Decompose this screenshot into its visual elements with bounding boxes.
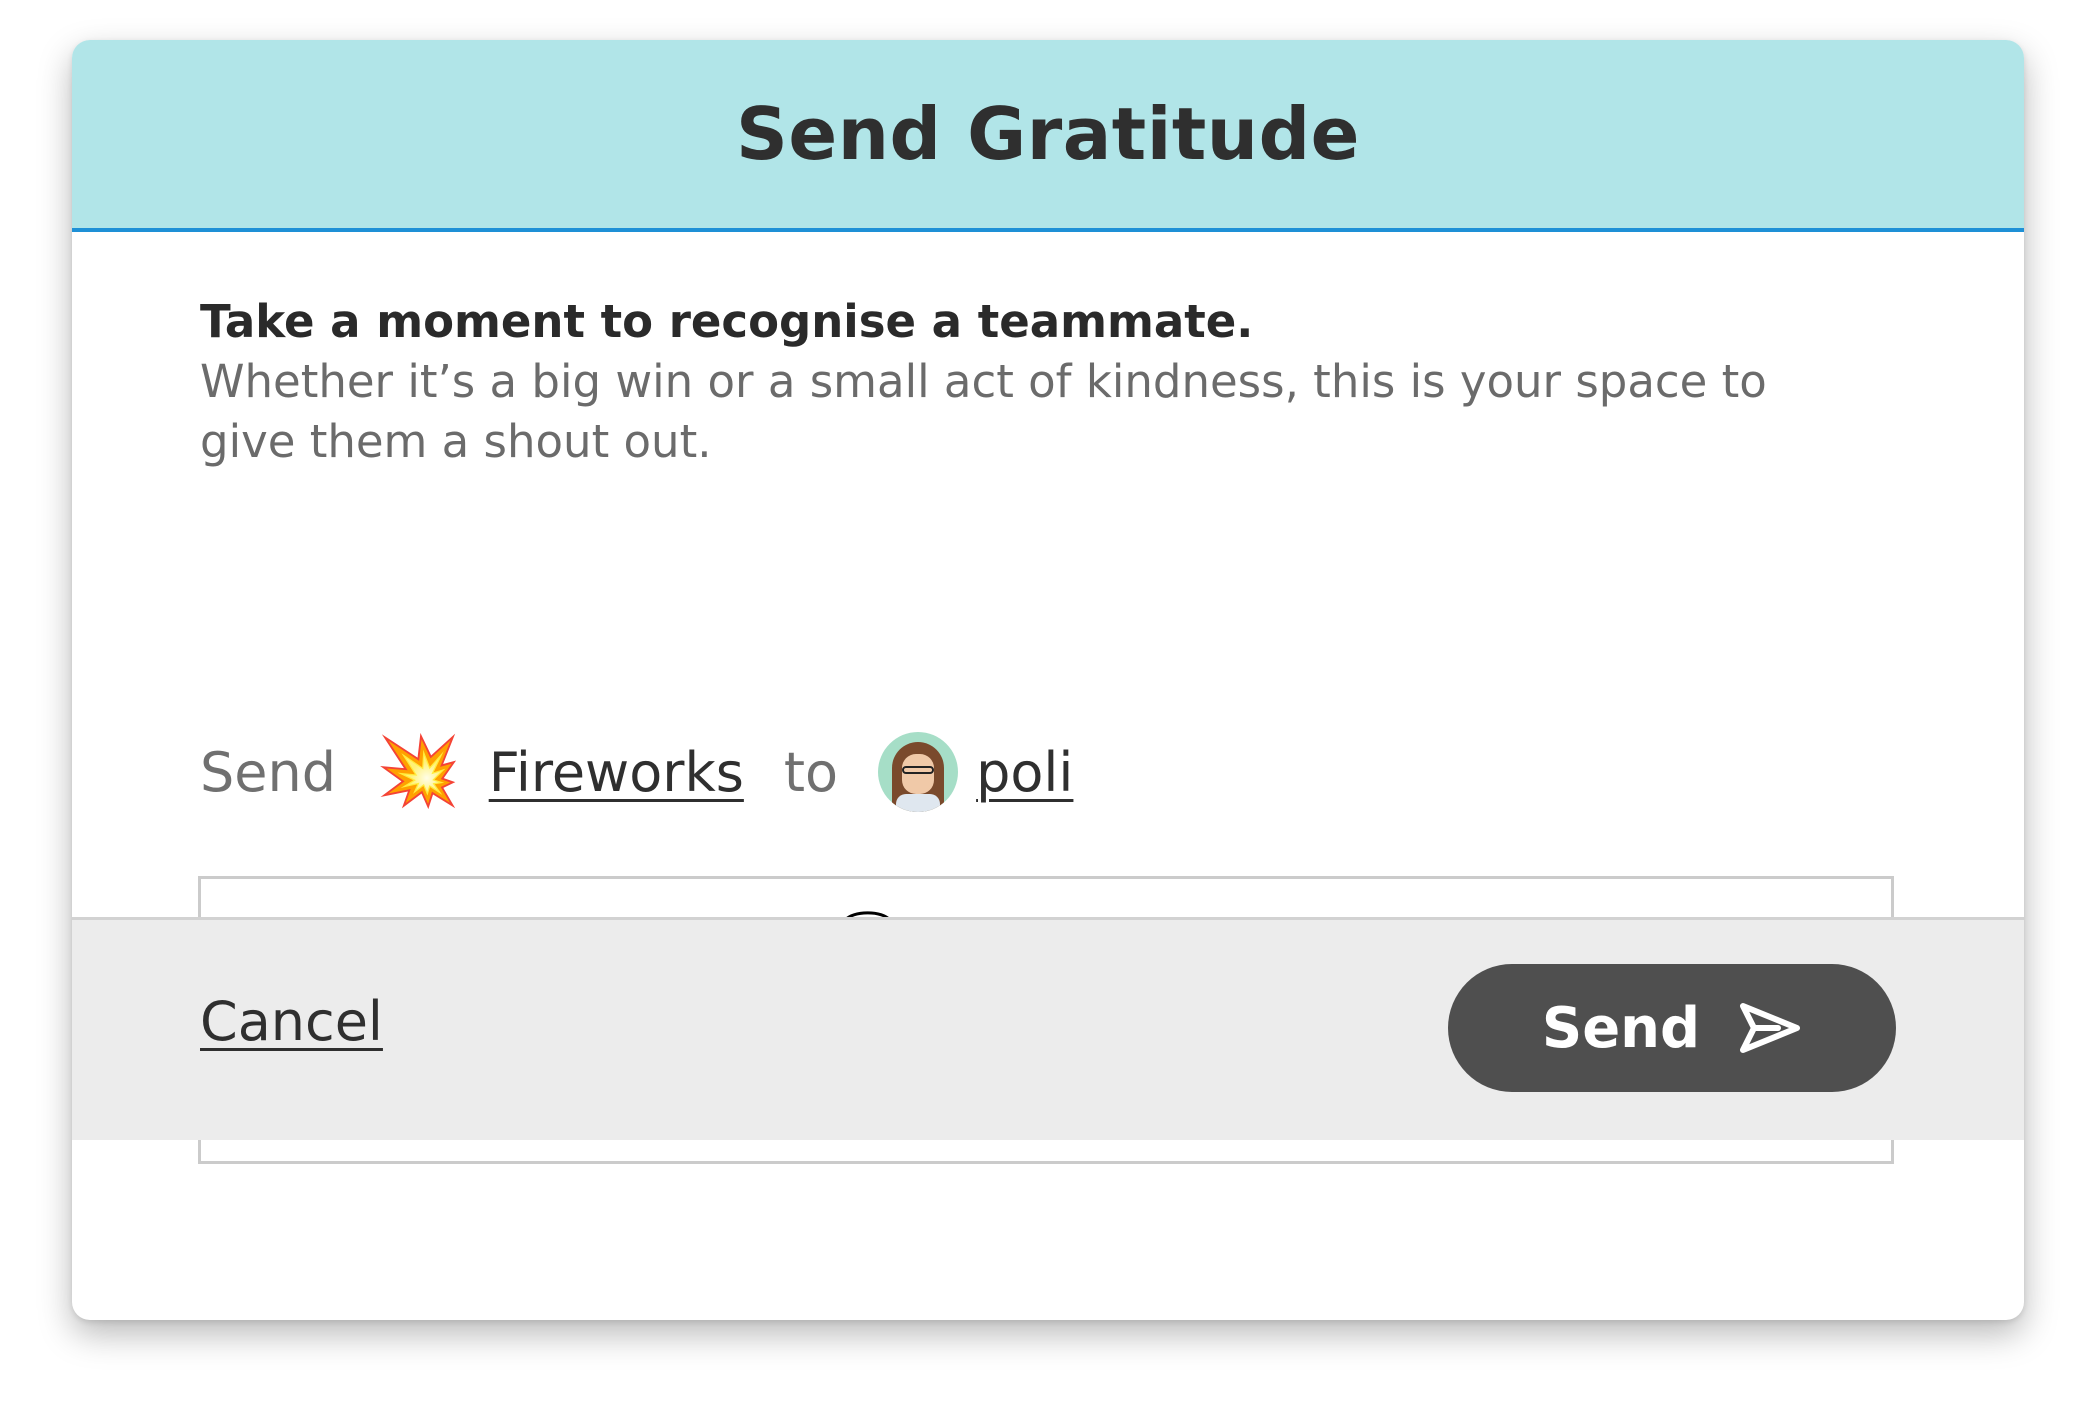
to-label: to — [783, 740, 839, 804]
send-line: Send 💥 Fireworks to poli — [200, 722, 1073, 822]
intro-section: Take a moment to recognise a teammate. W… — [200, 292, 1900, 472]
dialog-title: Send Gratitude — [736, 92, 1360, 176]
send-gratitude-dialog: Send Gratitude Take a moment to recognis… — [72, 40, 2024, 1320]
intro-description: Whether it’s a big win or a small act of… — [200, 355, 1767, 468]
dialog-body: Take a moment to recognise a teammate. W… — [72, 232, 2024, 1164]
cancel-button[interactable]: Cancel — [200, 990, 383, 1053]
intro-heading: Take a moment to recognise a teammate. — [200, 295, 1254, 348]
send-button-label: Send — [1541, 995, 1701, 1061]
send-prefix-label: Send — [200, 740, 337, 804]
recipient-avatar — [878, 732, 959, 812]
paper-plane-icon — [1738, 1001, 1802, 1055]
collision-emoji-icon: 💥 — [376, 732, 461, 811]
send-button[interactable]: Send — [1448, 964, 1896, 1092]
dialog-header: Send Gratitude — [72, 40, 2024, 232]
gift-selector-link[interactable]: Fireworks — [489, 741, 744, 804]
recipient-selector-link[interactable]: poli — [976, 741, 1073, 804]
dialog-footer: Cancel Send — [72, 917, 2024, 1140]
